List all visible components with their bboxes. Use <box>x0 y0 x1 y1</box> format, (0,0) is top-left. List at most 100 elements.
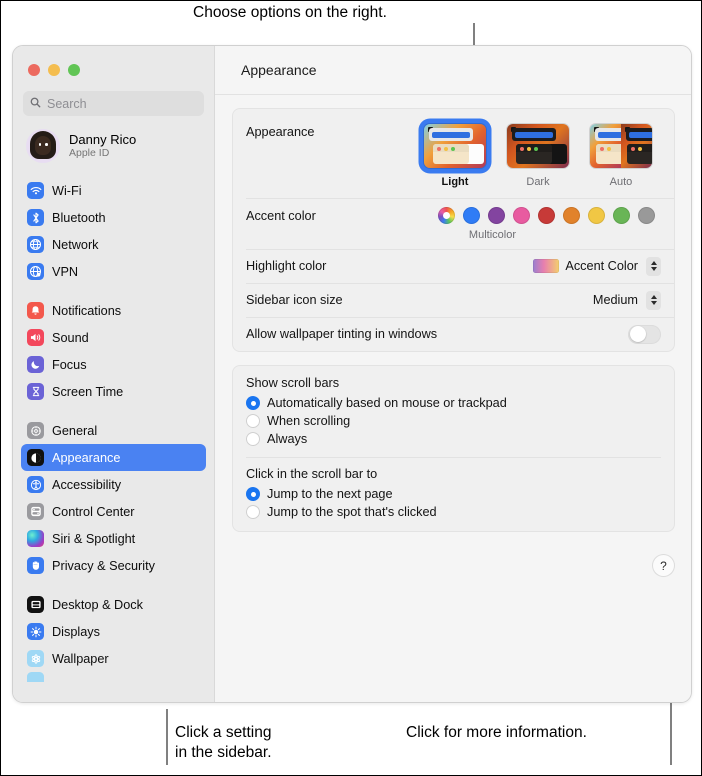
radio-icon[interactable] <box>246 396 260 410</box>
sidebar-item-wi-fi[interactable]: Wi-Fi <box>21 177 206 204</box>
sidebar-item-displays[interactable]: Displays <box>21 618 206 645</box>
sidebar-item-accessibility[interactable]: Accessibility <box>21 471 206 498</box>
show-scroll-bars-title: Show scroll bars <box>233 376 674 394</box>
notifications-icon <box>27 302 44 319</box>
scroll-click-next-page[interactable]: Jump to the next page <box>233 485 674 503</box>
sidebar-item-privacy-security[interactable]: Privacy & Security <box>21 552 206 579</box>
appearance-mode-light[interactable]: Light <box>421 121 489 188</box>
highlight-color-row: Highlight color Accent Color <box>233 249 674 283</box>
search-icon <box>30 95 41 113</box>
sidebar-item-notifications[interactable]: Notifications <box>21 297 206 324</box>
displays-icon <box>27 623 44 640</box>
sidebar-item-label: Wi-Fi <box>52 184 82 198</box>
accent-swatch-orange[interactable] <box>563 207 580 224</box>
content-pane: Appearance Appearance <box>215 46 691 702</box>
sidebar-item-wallpaper[interactable]: Wallpaper <box>21 645 206 672</box>
sidebar-item-bluetooth[interactable]: Bluetooth <box>21 204 206 231</box>
sidebar-item-label: Screen Time <box>52 385 123 399</box>
sidebar-scroll-fade <box>13 686 213 702</box>
sidebar-item-sound[interactable]: Sound <box>21 324 206 351</box>
scroll-option-label: Always <box>267 432 307 446</box>
settings-list: Appearance <box>215 95 691 545</box>
sidebar: Search Danny Rico Apple ID Wi-Fi <box>13 46 215 702</box>
wallpaper-icon <box>27 650 44 667</box>
help-button[interactable]: ? <box>653 555 674 576</box>
wallpaper-tinting-row: Allow wallpaper tinting in windows <box>233 317 674 351</box>
radio-icon[interactable] <box>246 487 260 501</box>
highlight-color-popup[interactable]: Accent Color <box>533 257 661 276</box>
zoom-button[interactable] <box>68 64 80 76</box>
sidebar-item-label: VPN <box>52 265 78 279</box>
appearance-mode-auto[interactable]: Auto <box>587 121 655 188</box>
wallpaper-tinting-toggle[interactable] <box>628 325 661 344</box>
accent-swatch-purple[interactable] <box>488 207 505 224</box>
radio-icon[interactable] <box>246 432 260 446</box>
sidebar-item-appearance[interactable]: Appearance <box>21 444 206 471</box>
screenshot-root: Choose options on the right. Click a set… <box>0 0 702 776</box>
accent-swatch-multicolor[interactable] <box>438 207 455 224</box>
sidebar-item-label: Siri & Spotlight <box>52 532 135 546</box>
sidebar-icon-size-popup[interactable]: Medium <box>593 291 661 310</box>
sidebar-item-desktop-dock[interactable]: Desktop & Dock <box>21 591 206 618</box>
sidebar-icon-size-label: Sidebar icon size <box>246 293 343 307</box>
wallpaper-tinting-label: Allow wallpaper tinting in windows <box>246 327 437 341</box>
scroll-option-when-scrolling[interactable]: When scrolling <box>233 412 674 430</box>
search-placeholder: Search <box>47 97 87 111</box>
accent-caption: Multicolor <box>469 229 661 241</box>
accent-swatch-graphite[interactable] <box>638 207 655 224</box>
divider <box>246 457 661 458</box>
dark-thumbnail <box>507 124 569 168</box>
account-subtitle: Apple ID <box>69 147 136 160</box>
sidebar-item-label: Sound <box>52 331 89 345</box>
desktop-dock-icon <box>27 596 44 613</box>
page-title: Appearance <box>241 62 317 78</box>
annotation-left: Click a setting in the sidebar. <box>175 723 272 763</box>
light-thumbnail <box>424 124 486 168</box>
scroll-click-spot-clicked[interactable]: Jump to the spot that's clicked <box>233 503 674 521</box>
appearance-mode-row: Appearance <box>233 109 674 198</box>
scroll-option-automatic[interactable]: Automatically based on mouse or trackpad <box>233 394 674 412</box>
gradient-chip-icon <box>533 259 559 273</box>
annotation-top: Choose options on the right. <box>193 3 387 23</box>
appearance-mode-dark[interactable]: Dark <box>504 121 572 188</box>
sidebar-item-vpn[interactable]: VPN <box>21 258 206 285</box>
accent-swatch-blue[interactable] <box>463 207 480 224</box>
minimize-button[interactable] <box>48 64 60 76</box>
chevron-updown-icon <box>646 291 661 310</box>
sidebar-item-label: Network <box>52 238 99 252</box>
auto-thumbnail <box>590 124 652 168</box>
sidebar-item-network[interactable]: Network <box>21 231 206 258</box>
scroll-option-label: Automatically based on mouse or trackpad <box>267 396 507 410</box>
radio-icon[interactable] <box>246 505 260 519</box>
sidebar-item-focus[interactable]: Focus <box>21 351 206 378</box>
close-button[interactable] <box>28 64 40 76</box>
accent-color-row: Accent color <box>233 198 674 249</box>
sidebar-group-desktop: Desktop & Dock Displays Wallpaper <box>13 591 214 688</box>
accent-swatch-pink[interactable] <box>513 207 530 224</box>
sidebar-item-screen-time[interactable]: Screen Time <box>21 378 206 405</box>
accent-swatch-yellow[interactable] <box>588 207 605 224</box>
scroll-option-always[interactable]: Always <box>233 430 674 448</box>
sidebar-item-label: Accessibility <box>52 478 121 492</box>
sidebar-icon-size-value: Medium <box>593 293 638 307</box>
search-input[interactable]: Search <box>23 91 204 116</box>
toolbar: Appearance <box>215 46 691 95</box>
account-row[interactable]: Danny Rico Apple ID <box>13 116 214 163</box>
sidebar-item-partial[interactable] <box>21 672 206 688</box>
appearance-card: Appearance <box>232 108 675 352</box>
sidebar-item-label: Appearance <box>52 451 120 465</box>
sidebar-item-label: Desktop & Dock <box>52 598 143 612</box>
accent-swatches <box>438 207 661 224</box>
accent-swatch-green[interactable] <box>613 207 630 224</box>
sidebar-item-control-center[interactable]: Control Center <box>21 498 206 525</box>
focus-icon <box>27 356 44 373</box>
account-name: Danny Rico <box>69 132 136 147</box>
annotation-right: Click for more information. <box>406 723 587 743</box>
accent-swatch-red[interactable] <box>538 207 555 224</box>
appearance-mode-label-light: Light <box>442 176 469 188</box>
radio-icon[interactable] <box>246 414 260 428</box>
scroll-click-title: Click in the scroll bar to <box>233 467 674 485</box>
vpn-icon <box>27 263 44 280</box>
sidebar-item-siri-spotlight[interactable]: Siri & Spotlight <box>21 525 206 552</box>
sidebar-item-general[interactable]: General <box>21 417 206 444</box>
